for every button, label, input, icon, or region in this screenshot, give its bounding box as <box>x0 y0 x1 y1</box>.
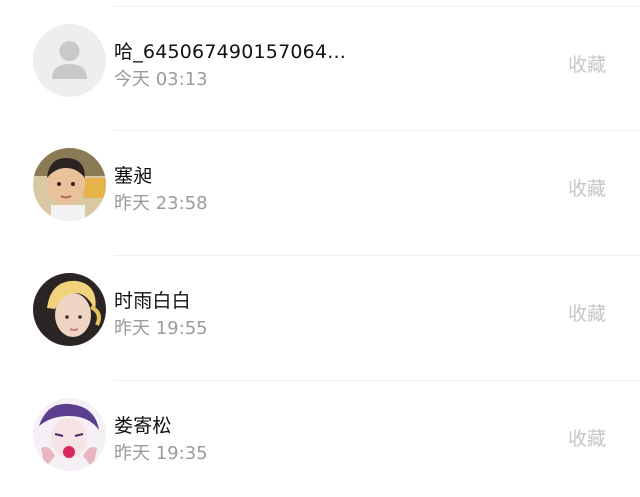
avatar[interactable] <box>33 273 106 346</box>
avatar[interactable] <box>33 398 106 471</box>
list-item[interactable]: 塞昶 昨天 23:58 收藏 <box>0 131 640 256</box>
contact-name: 娄寄松 <box>114 415 172 437</box>
avatar[interactable] <box>33 148 106 221</box>
favorite-button[interactable]: 收藏 <box>568 299 606 326</box>
contact-name: 时雨白白 <box>114 290 191 312</box>
favorite-button[interactable]: 收藏 <box>568 174 606 201</box>
anime-character-photo-icon <box>33 398 106 471</box>
default-user-icon <box>33 24 106 97</box>
favorite-button[interactable]: 收藏 <box>568 424 606 451</box>
list-item[interactable]: 娄寄松 昨天 19:35 收藏 <box>0 381 640 497</box>
avatar[interactable] <box>33 24 106 97</box>
contact-name: 哈_645067490157064... <box>114 41 346 63</box>
contact-time: 昨天 19:35 <box>114 443 208 464</box>
contact-list: 哈_645067490157064... 今天 03:13 收藏 塞昶 昨天 2… <box>0 0 640 497</box>
child-photo-icon <box>33 148 106 221</box>
list-item[interactable]: 时雨白白 昨天 19:55 收藏 <box>0 256 640 381</box>
contact-time: 昨天 23:58 <box>114 193 208 214</box>
contact-name: 塞昶 <box>114 165 153 187</box>
list-item[interactable]: 哈_645067490157064... 今天 03:13 收藏 <box>0 0 640 131</box>
contact-time: 昨天 19:55 <box>114 318 208 339</box>
contact-time: 今天 03:13 <box>114 69 208 90</box>
blond-hair-photo-icon <box>33 273 106 346</box>
favorite-button[interactable]: 收藏 <box>568 50 606 77</box>
